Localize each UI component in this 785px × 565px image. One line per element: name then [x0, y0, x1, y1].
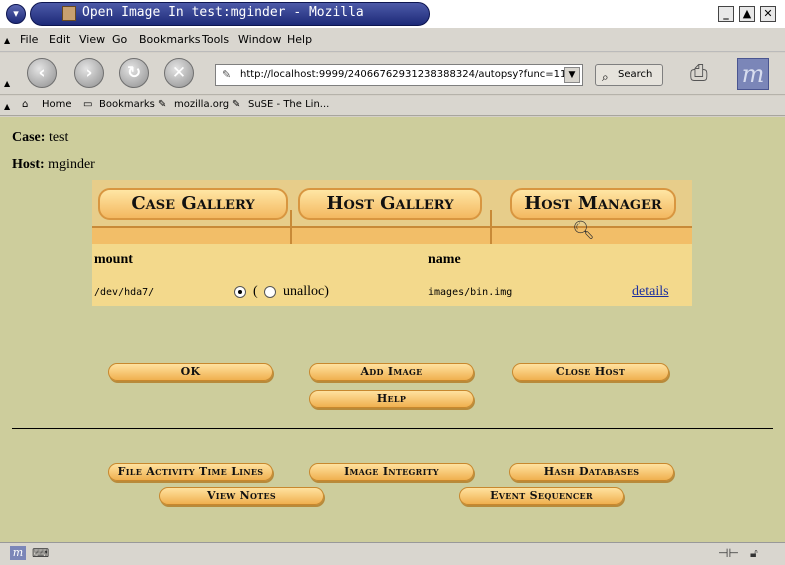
link-icon: ✎: [158, 99, 167, 110]
minimize-button[interactable]: _: [718, 6, 734, 22]
folder-icon: ▭: [83, 99, 93, 110]
add-image-button[interactable]: Add Image: [309, 363, 474, 381]
tab-host-manager[interactable]: Host Manager: [510, 188, 676, 220]
case-label: Case:: [12, 130, 46, 145]
close-button[interactable]: ✕: [760, 6, 776, 22]
case-line: Case: test: [12, 130, 68, 146]
menu-go[interactable]: Go: [112, 33, 127, 46]
tab-bar: Case Gallery Host Gallery Host Manager 🔍…: [92, 180, 692, 244]
navigation-toolbar: ▲ ‹ › ↻ ✕ ✎ http://localhost:9999/240667…: [0, 53, 785, 95]
magnifier-icon: 🔍︎: [572, 220, 595, 240]
window-menu-button[interactable]: ▾: [6, 4, 26, 24]
home-icon[interactable]: ⌂: [22, 99, 28, 110]
image-table: mount name /dev/hda7/ ( unalloc) images/…: [92, 244, 692, 306]
link-icon: ✎: [232, 99, 241, 110]
security-lock-icon[interactable]: 🔓︎: [750, 546, 758, 561]
reload-icon[interactable]: ↻: [119, 58, 149, 88]
suse-link[interactable]: SuSE - The Lin...: [248, 99, 329, 110]
menu-edit[interactable]: Edit: [49, 33, 70, 46]
document-icon: [62, 6, 76, 21]
print-icon[interactable]: ⎙: [690, 61, 708, 86]
host-line: Host: mginder: [12, 157, 95, 173]
column-header-name: name: [428, 252, 461, 267]
image-name: images/bin.img: [428, 287, 513, 298]
browser-window: ▾ Open Image In test:mginder - Mozilla _…: [0, 0, 785, 565]
url-dropdown-icon[interactable]: ▼: [564, 67, 580, 83]
column-header-mount: mount: [94, 252, 133, 267]
divider: [12, 428, 773, 429]
menu-bookmarks[interactable]: Bookmarks: [139, 33, 200, 46]
personal-toolbar: ▲ ⌂ Home ▭ Bookmarks ✎ mozilla.org ✎ SuS…: [0, 96, 785, 116]
case-value: test: [48, 130, 69, 145]
window-title: Open Image In test:mginder - Mozilla: [82, 5, 364, 20]
mozilla-logo-icon[interactable]: m: [737, 58, 769, 90]
tab-divider: [490, 210, 492, 244]
paren-text: (: [253, 284, 258, 299]
search-button[interactable]: ⌕ Search: [595, 64, 663, 86]
status-bar: m ⌨ ⊣⊢ 🔓︎: [0, 542, 785, 565]
url-text[interactable]: http://localhost:9999/240667629312383883…: [240, 69, 566, 80]
mount-radio[interactable]: [234, 286, 246, 298]
tab-strip: [92, 226, 692, 244]
tab-host-gallery[interactable]: Host Gallery: [298, 188, 482, 220]
connection-icon: ⊣⊢: [718, 546, 739, 560]
component-bar-icon[interactable]: ⌨: [32, 546, 49, 560]
help-button[interactable]: Help: [309, 390, 474, 408]
hash-databases-button[interactable]: Hash Databases: [509, 463, 674, 481]
details-link[interactable]: details: [632, 284, 669, 300]
tab-divider: [290, 210, 292, 244]
grip-icon: ▲: [4, 79, 11, 88]
menu-bar: ▲ File Edit View Go Bookmarks Tools Wind…: [0, 28, 785, 52]
forward-icon[interactable]: ›: [74, 58, 104, 88]
tab-case-gallery[interactable]: Case Gallery: [98, 188, 288, 220]
url-input[interactable]: ✎ http://localhost:9999/2406676293123838…: [215, 64, 583, 86]
view-notes-button[interactable]: View Notes: [159, 487, 324, 505]
host-label: Host:: [12, 157, 45, 172]
close-host-button[interactable]: Close Host: [512, 363, 669, 381]
home-link[interactable]: Home: [42, 99, 72, 110]
mozilla-org-link[interactable]: mozilla.org: [174, 99, 229, 110]
page-icon: ✎: [222, 68, 232, 81]
search-label: Search: [618, 69, 653, 80]
search-icon: ⌕: [602, 70, 609, 84]
ok-button[interactable]: OK: [108, 363, 273, 381]
back-icon[interactable]: ‹: [27, 58, 57, 88]
menu-view[interactable]: View: [79, 33, 105, 46]
maximize-button[interactable]: ▲: [739, 6, 755, 22]
menu-file[interactable]: File: [20, 33, 38, 46]
menu-window[interactable]: Window: [238, 33, 281, 46]
unalloc-label: unalloc): [283, 284, 329, 299]
grip-icon: ▲: [4, 36, 11, 45]
mozilla-icon[interactable]: m: [10, 546, 26, 560]
unalloc-radio[interactable]: [264, 286, 276, 298]
page-content: Case: test Host: mginder Case Gallery Ho…: [0, 117, 785, 542]
stop-icon[interactable]: ✕: [164, 58, 194, 88]
file-activity-button[interactable]: File Activity Time Lines: [108, 463, 273, 481]
image-integrity-button[interactable]: Image Integrity: [309, 463, 474, 481]
host-value: mginder: [48, 157, 95, 172]
mount-value: /dev/hda7/: [94, 287, 155, 298]
grip-icon: ▲: [4, 102, 11, 111]
title-bar: ▾ Open Image In test:mginder - Mozilla _…: [0, 0, 785, 28]
bookmarks-link[interactable]: Bookmarks: [99, 99, 155, 110]
menu-help[interactable]: Help: [287, 33, 312, 46]
event-sequencer-button[interactable]: Event Sequencer: [459, 487, 624, 505]
menu-tools[interactable]: Tools: [202, 33, 229, 46]
